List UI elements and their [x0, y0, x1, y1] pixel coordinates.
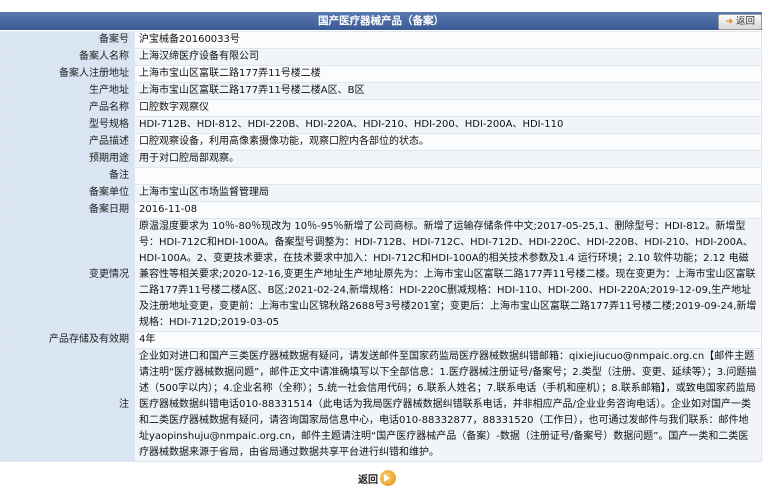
- field-label: 产品描述: [0, 133, 135, 151]
- table-row: 备案单位 上海市宝山区市场监督管理局: [0, 184, 762, 202]
- table-row: 备案日期 2016-11-08: [0, 201, 762, 219]
- field-label: 变更情况: [0, 218, 135, 332]
- field-label: 型号规格: [0, 116, 135, 134]
- field-value: [134, 167, 762, 185]
- field-label: 生产地址: [0, 82, 135, 100]
- field-value: 4年: [134, 331, 762, 349]
- table-row: 生产地址 上海市宝山区富联二路177弄11号楼二楼A区、B区: [0, 82, 762, 100]
- field-value: 上海汉缔医疗设备有限公司: [134, 48, 762, 66]
- field-value: 口腔数字观察仪: [134, 99, 762, 117]
- table-row: 型号规格 HDI-712B、HDI-812、HDI-220B、HDI-220A、…: [0, 116, 762, 134]
- field-label: 备案人注册地址: [0, 65, 135, 83]
- table-row: 注 企业如对进口和国产三类医疗器械数据有疑问，请发送邮件至国家药监局医疗器械数据…: [0, 348, 762, 462]
- back-button-label: 返回: [358, 474, 378, 486]
- arrow-right-icon: ➜: [725, 17, 733, 27]
- table-row: 备案人名称 上海汉缔医疗设备有限公司: [0, 48, 762, 66]
- field-label: 预期用途: [0, 150, 135, 168]
- page-title: 国产医疗器械产品（备案）: [0, 12, 762, 30]
- field-value: 沪宝械备20160033号: [134, 31, 762, 49]
- field-value: HDI-712B、HDI-812、HDI-220B、HDI-220A、HDI-2…: [134, 116, 762, 134]
- field-label: 备案日期: [0, 201, 135, 219]
- field-label: 产品名称: [0, 99, 135, 117]
- back-button-bottom[interactable]: 返回: [358, 470, 396, 486]
- table-row: 产品名称 口腔数字观察仪: [0, 99, 762, 117]
- field-label: 注: [0, 348, 135, 462]
- field-value: 上海市宝山区市场监督管理局: [134, 184, 762, 202]
- field-value: 上海市宝山区富联二路177弄11号楼二楼: [134, 65, 762, 83]
- record-table: 备案号 沪宝械备20160033号 备案人名称 上海汉缔医疗设备有限公司 备案人…: [0, 31, 762, 462]
- field-value: 上海市宝山区富联二路177弄11号楼二楼A区、B区: [134, 82, 762, 100]
- field-value: 口腔观察设备，利用高像素摄像功能，观察口腔内各部位的状态。: [134, 133, 762, 151]
- field-label: 产品存储及有效期: [0, 331, 135, 349]
- field-label: 备案单位: [0, 184, 135, 202]
- field-label: 备注: [0, 167, 135, 185]
- table-row: 产品存储及有效期 4年: [0, 331, 762, 349]
- record-detail-page: 国产医疗器械产品（备案） ➜ 返回 备案号 沪宝械备20160033号 备案人名…: [0, 0, 770, 502]
- table-row: 备案人注册地址 上海市宝山区富联二路177弄11号楼二楼: [0, 65, 762, 83]
- table-row: 预期用途 用于对口腔局部观察。: [0, 150, 762, 168]
- field-value: 用于对口腔局部观察。: [134, 150, 762, 168]
- field-value: 企业如对进口和国产三类医疗器械数据有疑问，请发送邮件至国家药监局医疗器械数据纠错…: [134, 348, 762, 462]
- table-row: 产品描述 口腔观察设备，利用高像素摄像功能，观察口腔内各部位的状态。: [0, 133, 762, 151]
- back-button-top[interactable]: ➜ 返回: [718, 14, 762, 30]
- table-row: 备注: [0, 167, 762, 185]
- field-label: 备案人名称: [0, 48, 135, 66]
- table-row: 变更情况 原温湿度要求为 10％-80％现改为 10％-95％新增了公司商标。新…: [0, 218, 762, 332]
- play-arrow-icon: [380, 470, 396, 486]
- back-button-label: 返回: [735, 16, 755, 27]
- table-row: 备案号 沪宝械备20160033号: [0, 31, 762, 49]
- field-value: 2016-11-08: [134, 201, 762, 219]
- field-value: 原温湿度要求为 10％-80％现改为 10％-95％新增了公司商标。新增了运输存…: [134, 218, 762, 332]
- footer: 返回: [358, 470, 396, 486]
- field-label: 备案号: [0, 31, 135, 49]
